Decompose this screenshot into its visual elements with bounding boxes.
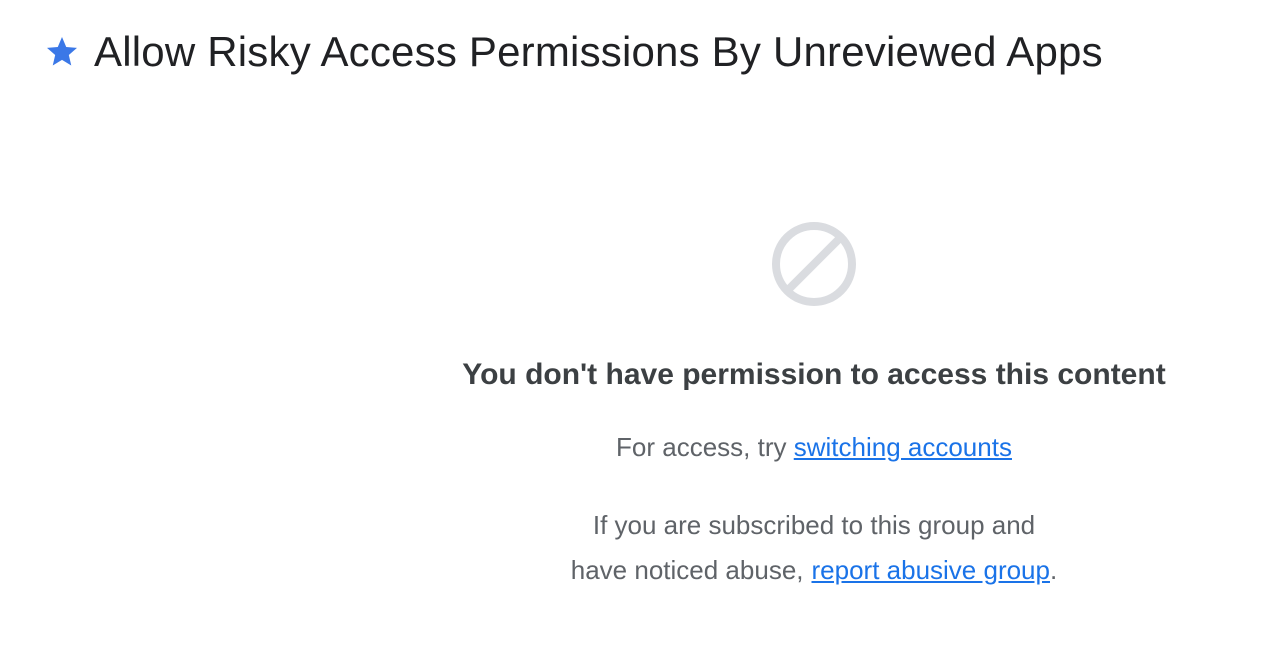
permission-heading: You don't have permission to access this… — [462, 358, 1166, 391]
report-abusive-group-link[interactable]: report abusive group — [812, 555, 1050, 585]
permission-message: You don't have permission to access this… — [440, 220, 1188, 593]
abuse-hint-prefix: have noticed abuse, — [570, 555, 804, 585]
star-icon[interactable] — [44, 34, 80, 70]
header: Allow Risky Access Permissions By Unrevi… — [44, 28, 1103, 76]
abuse-hint-suffix: . — [1049, 555, 1058, 585]
block-icon — [772, 222, 856, 306]
page-title: Allow Risky Access Permissions By Unrevi… — [94, 28, 1103, 75]
abuse-hint: If you are subscribed to this group and … — [440, 503, 1188, 593]
access-hint-text: For access, try — [616, 432, 787, 462]
switch-accounts-link[interactable]: switching accounts — [794, 432, 1012, 462]
page: Allow Risky Access Permissions By Unrevi… — [0, 0, 1264, 650]
access-hint: For access, try switching accounts — [440, 432, 1188, 463]
abuse-hint-line1: If you are subscribed to this group and — [592, 510, 1036, 540]
abuse-hint-line2: have noticed abuse, report abusive group. — [440, 548, 1188, 593]
